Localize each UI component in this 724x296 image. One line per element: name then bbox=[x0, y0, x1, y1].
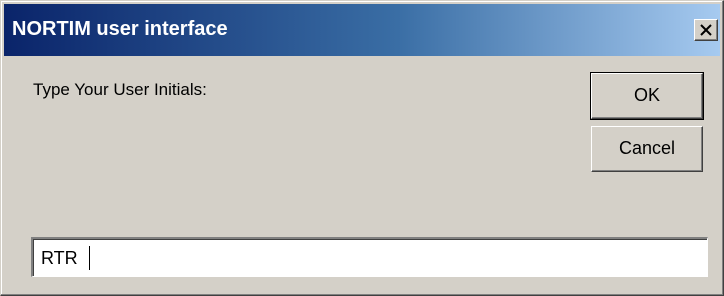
close-button[interactable] bbox=[694, 19, 718, 41]
initials-input[interactable]: RTR bbox=[31, 237, 708, 277]
initials-prompt-label: Type Your User Initials: bbox=[33, 80, 207, 99]
ok-button[interactable]: OK bbox=[590, 72, 704, 120]
initials-input-value: RTR bbox=[41, 248, 78, 268]
close-icon bbox=[700, 24, 712, 36]
text-caret bbox=[89, 246, 90, 270]
dialog-window: NORTIM user interface Type Your User Ini… bbox=[0, 0, 724, 296]
window-title: NORTIM user interface bbox=[12, 18, 228, 40]
title-bar[interactable]: NORTIM user interface bbox=[4, 4, 720, 56]
cancel-button[interactable]: Cancel bbox=[591, 126, 703, 172]
